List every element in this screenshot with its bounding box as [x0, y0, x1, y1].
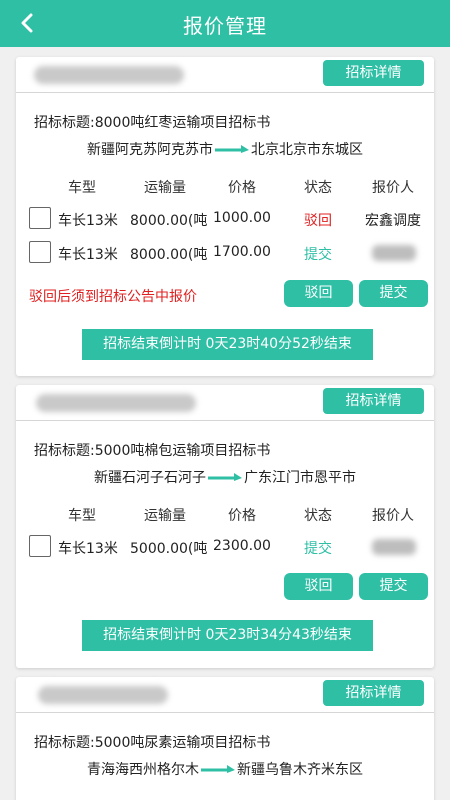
col-status: 状态	[304, 508, 332, 524]
cell-type: 车长13米	[58, 213, 118, 229]
route: 新疆阿克苏阿克苏市 北京北京市东城区	[16, 139, 434, 159]
blurred-company-name	[36, 394, 196, 412]
route-destination: 北京北京市东城区	[251, 142, 363, 158]
page-title: 报价管理	[183, 14, 267, 38]
table-row: 车长13米 8000.00(吨 1000.00 驳回 宏鑫调度	[16, 207, 434, 231]
col-price: 价格	[228, 180, 256, 196]
cell-volume: 8000.00(吨	[130, 247, 208, 263]
col-volume: 运输量	[144, 508, 186, 524]
cell-status: 提交	[304, 541, 332, 557]
reject-button[interactable]: 驳回	[284, 280, 353, 307]
bid-detail-button[interactable]: 招标详情	[323, 388, 424, 414]
quote-card: 招标详情 招标标题:5000吨棉包运输项目招标书 新疆石河子石河子 广东江门市恩平…	[16, 385, 434, 668]
cell-price: 1700.00	[213, 244, 271, 260]
col-status: 状态	[304, 180, 332, 196]
col-volume: 运输量	[144, 180, 186, 196]
bid-title: 招标标题:5000吨尿素运输项目招标书	[34, 735, 271, 751]
cell-status: 提交	[304, 247, 332, 263]
card-top-bar: 招标详情	[16, 57, 434, 93]
bid-title: 招标标题:8000吨红枣运输项目招标书	[34, 115, 271, 131]
cell-volume: 8000.00(吨	[130, 213, 208, 229]
col-price: 价格	[228, 508, 256, 524]
row-checkbox[interactable]	[29, 241, 51, 263]
row-checkbox[interactable]	[29, 207, 51, 229]
route-arrow-icon	[201, 765, 235, 773]
route-origin: 新疆石河子石河子	[94, 470, 206, 486]
cell-price: 2300.00	[213, 538, 271, 554]
col-bidder: 报价人	[372, 180, 414, 196]
bid-detail-button[interactable]: 招标详情	[323, 680, 424, 706]
table-row: 车长13米 5000.00(吨 2300.00 提交	[16, 535, 434, 559]
route: 青海海西州格尔木 新疆乌鲁木齐米东区	[16, 759, 434, 779]
card-top-bar: 招标详情	[16, 677, 434, 713]
submit-button[interactable]: 提交	[359, 280, 428, 307]
cell-volume: 5000.00(吨	[130, 541, 208, 557]
app-header: 报价管理	[0, 0, 450, 47]
route-arrow-icon	[215, 145, 249, 153]
quote-card: 招标详情 招标标题:5000吨尿素运输项目招标书 青海海西州格尔木 新疆乌鲁木齐米…	[16, 677, 434, 800]
card-top-bar: 招标详情	[16, 385, 434, 421]
blurred-bidder	[372, 539, 416, 555]
row-checkbox[interactable]	[29, 535, 51, 557]
cell-bidder: 宏鑫调度	[365, 213, 421, 229]
table-row: 车长13米 8000.00(吨 1700.00 提交	[16, 241, 434, 265]
reject-button[interactable]: 驳回	[284, 573, 353, 600]
col-bidder: 报价人	[372, 508, 414, 524]
cell-type: 车长13米	[58, 247, 118, 263]
blurred-company-name	[38, 686, 168, 704]
route-arrow-icon	[208, 473, 242, 481]
route-origin: 青海海西州格尔木	[87, 762, 199, 778]
submit-button[interactable]: 提交	[359, 573, 428, 600]
reject-warning: 驳回后须到招标公告中报价	[29, 289, 197, 305]
route-destination: 新疆乌鲁木齐米东区	[237, 762, 363, 778]
bid-title: 招标标题:5000吨棉包运输项目招标书	[34, 443, 271, 459]
col-type: 车型	[68, 180, 96, 196]
cell-status: 驳回	[304, 213, 332, 229]
route-origin: 新疆阿克苏阿克苏市	[87, 142, 213, 158]
route-destination: 广东江门市恩平市	[244, 470, 356, 486]
blurred-company-name	[34, 66, 184, 84]
cell-price: 1000.00	[213, 210, 271, 226]
cell-type: 车长13米	[58, 541, 118, 557]
countdown-banner: 招标结束倒计时 0天23时34分43秒结束	[82, 620, 373, 651]
bid-detail-button[interactable]: 招标详情	[323, 60, 424, 86]
quote-card: 招标详情 招标标题:8000吨红枣运输项目招标书 新疆阿克苏阿克苏市 北京北京市东…	[16, 57, 434, 376]
countdown-banner: 招标结束倒计时 0天23时40分52秒结束	[82, 329, 373, 360]
route: 新疆石河子石河子 广东江门市恩平市	[16, 467, 434, 487]
blurred-bidder	[372, 245, 416, 261]
col-type: 车型	[68, 508, 96, 524]
